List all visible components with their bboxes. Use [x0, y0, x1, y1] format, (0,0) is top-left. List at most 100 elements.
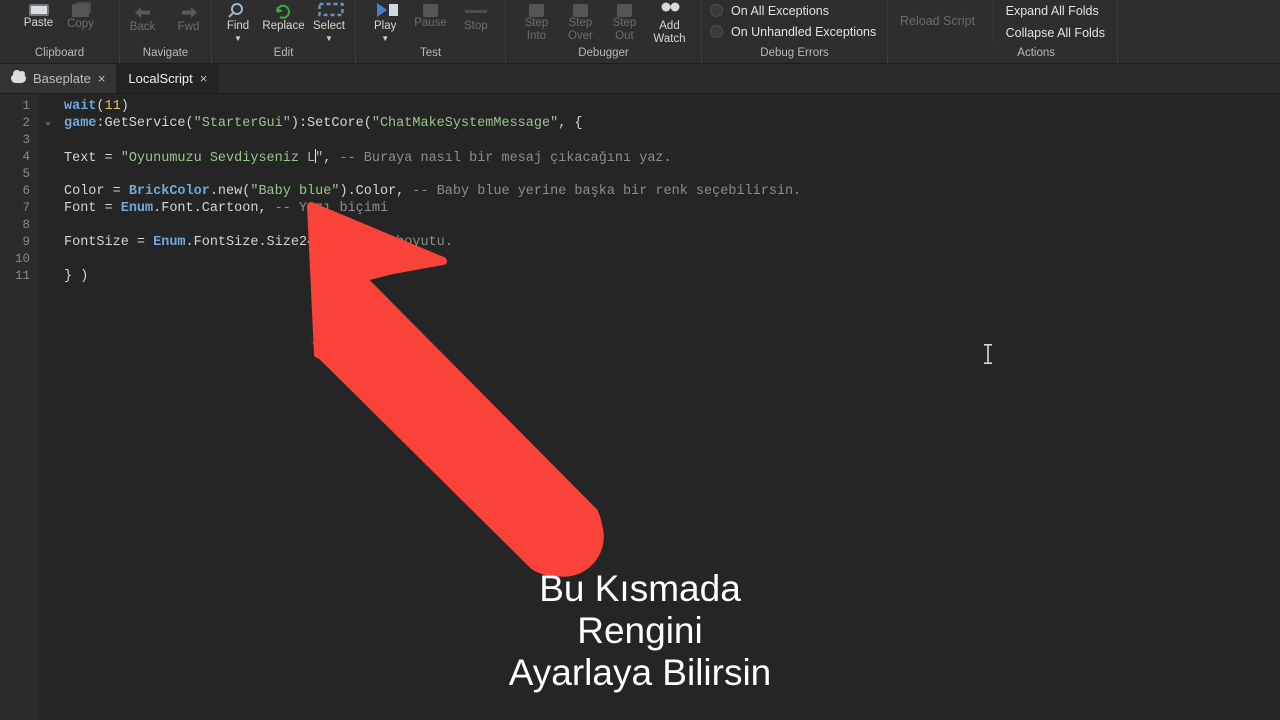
code-token: ,	[323, 151, 340, 166]
code-content[interactable]: 1 wait(11) 2 ⌄ game:GetService("StarterGui")…	[0, 98, 1280, 285]
forward-button[interactable]: Fwd	[169, 0, 209, 34]
ribbon-group-actions: Reload Script Expand All Folds Collapse …	[888, 0, 1118, 64]
code-token: .new(	[209, 184, 251, 199]
tab-baseplate-label: Baseplate	[33, 71, 91, 86]
code-line-text: Text = "Oyunumuzu Sevdiyseniz L", -- Bur…	[64, 149, 672, 167]
code-line[interactable]: 7 Font = Enum.Font.Cartoon, -- Yazı biçim…	[0, 200, 1280, 217]
chevron-down-icon[interactable]: ▼	[234, 35, 242, 43]
step-over-button[interactable]: Step Over	[560, 0, 600, 43]
tab-localscript-label: LocalScript	[128, 71, 193, 86]
code-line-text: game:GetService("StarterGui"):SetCore("C…	[64, 115, 583, 132]
roblox-studio-window: Paste Copy Clipboard Back Fwd Navigate F…	[0, 0, 1280, 720]
code-token: 11	[104, 99, 121, 114]
on-unhandled-exceptions-label: On Unhandled Exceptions	[731, 24, 877, 39]
close-icon[interactable]: ×	[98, 72, 106, 85]
code-line[interactable]: 3	[0, 132, 1280, 149]
code-token: FontSize =	[64, 235, 154, 250]
line-number: 3	[22, 133, 30, 147]
code-token: .Font.Cartoon,	[153, 201, 275, 216]
pause-button-label: Pause	[414, 17, 447, 29]
code-token: "StarterGui"	[193, 116, 291, 131]
caption-overlay: Bu Kısmada Rengini Ayarlaya Bilirsin	[0, 568, 1280, 694]
line-number: 6	[22, 184, 30, 198]
code-line[interactable]: 11 } )	[0, 268, 1280, 285]
code-line[interactable]: 2 ⌄ game:GetService("StarterGui"):SetCore(…	[0, 115, 1280, 132]
ribbon-toolbar: Paste Copy Clipboard Back Fwd Navigate F…	[0, 0, 1280, 64]
stop-button[interactable]: Stop	[456, 0, 496, 33]
step-into-button[interactable]: Step Into	[516, 0, 556, 43]
code-line-text: Color = BrickColor.new("Baby blue").Colo…	[64, 183, 801, 200]
code-line-text: wait(11)	[64, 98, 129, 115]
code-token: )	[120, 99, 129, 114]
code-line[interactable]: 10	[0, 251, 1280, 268]
copy-icon	[72, 4, 89, 17]
collapse-all-folds-button[interactable]: Collapse All Folds	[1000, 22, 1111, 44]
reload-script-button[interactable]: Reload Script	[894, 10, 993, 32]
code-token: } )	[64, 269, 89, 284]
code-line[interactable]: 4 Text = "Oyunumuzu Sevdiyseniz L", -- Bu…	[0, 149, 1280, 166]
paste-icon	[28, 4, 49, 16]
code-token: ).Color,	[339, 184, 413, 199]
forward-button-label: Fwd	[177, 21, 200, 33]
copy-button[interactable]: Copy	[61, 0, 101, 31]
code-token: Enum	[153, 235, 186, 250]
pause-icon	[422, 4, 438, 17]
on-unhandled-exceptions-radio[interactable]: On Unhandled Exceptions	[708, 21, 876, 42]
tab-baseplate[interactable]: Baseplate ×	[0, 64, 118, 93]
fold-toggle-icon[interactable]: ⌄	[45, 116, 56, 130]
line-number: 9	[22, 235, 30, 249]
code-line[interactable]: 1 wait(11)	[0, 98, 1280, 115]
text-cursor-pointer	[983, 343, 993, 365]
add-watch-button[interactable]: Add Watch	[648, 0, 690, 46]
code-token: wait	[64, 99, 97, 114]
on-all-exceptions-radio[interactable]: On All Exceptions	[708, 0, 829, 21]
chevron-down-icon[interactable]: ▼	[381, 35, 389, 43]
play-button[interactable]: Play ▼	[365, 0, 405, 43]
expand-all-folds-button[interactable]: Expand All Folds	[1000, 0, 1111, 22]
select-button[interactable]: Select ▼	[309, 0, 349, 43]
code-token: Font =	[64, 201, 121, 216]
ribbon-empty-area	[1118, 0, 1280, 64]
radio-icon	[710, 4, 723, 17]
ribbon-group-edit: Find ▼ Replace Select ▼ Edit	[212, 0, 356, 64]
replace-button[interactable]: Replace	[261, 0, 306, 33]
line-number: 4	[22, 150, 30, 164]
ribbon-group-navigate: Back Fwd Navigate	[120, 0, 212, 64]
code-token: (	[96, 99, 105, 114]
paste-button-label: Paste	[23, 17, 54, 29]
select-button-label: Select	[313, 20, 345, 32]
chevron-down-icon[interactable]: ▼	[325, 35, 333, 43]
replace-button-label: Replace	[262, 20, 305, 32]
add-watch-icon	[658, 2, 680, 19]
code-line[interactable]: 8	[0, 217, 1280, 234]
code-line[interactable]: 9 FontSize = Enum.FontSize.Size24, -- Yaz…	[0, 234, 1280, 251]
code-line[interactable]: 5	[0, 166, 1280, 183]
radio-icon	[710, 25, 723, 38]
ribbon-group-debugger: Step Into Step Over Step Out Add Watch D…	[506, 0, 702, 64]
replace-icon	[273, 2, 295, 19]
pause-button[interactable]: Pause	[409, 0, 452, 30]
line-number: 1	[22, 99, 30, 113]
find-button[interactable]: Find ▼	[218, 0, 258, 43]
code-token: -- Yazı boyutu.	[331, 235, 453, 250]
close-icon[interactable]: ×	[200, 72, 208, 85]
tab-localscript[interactable]: LocalScript ×	[117, 64, 220, 93]
step-out-button[interactable]: Step Out	[604, 0, 644, 43]
line-number: 2	[22, 116, 30, 130]
line-number: 7	[22, 201, 30, 215]
stop-button-label: Stop	[463, 20, 488, 32]
code-line[interactable]: 6 Color = BrickColor.new("Baby blue").Col…	[0, 183, 1280, 200]
code-line-text: } )	[64, 268, 88, 285]
group-title-navigate: Navigate	[142, 47, 189, 59]
ribbon-group-test: Play ▼ Pause Stop Test	[356, 0, 506, 64]
paste-button[interactable]: Paste	[19, 0, 59, 30]
line-number: 11	[14, 269, 30, 283]
group-title-test: Test	[419, 47, 442, 59]
code-token: -- Yazı biçimi	[274, 201, 389, 216]
code-token: BrickColor	[128, 184, 210, 199]
stop-icon	[464, 2, 487, 19]
play-icon	[374, 2, 399, 19]
arrow-left-icon	[132, 5, 154, 20]
back-button-label: Back	[129, 21, 156, 33]
back-button[interactable]: Back	[123, 0, 163, 34]
